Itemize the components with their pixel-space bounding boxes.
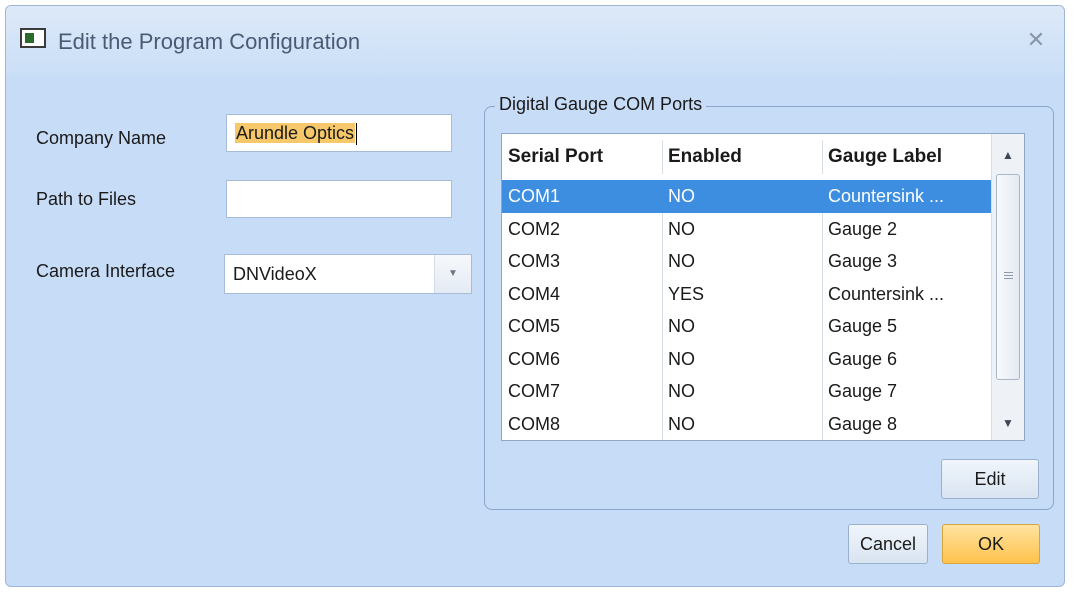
scroll-up-icon[interactable]: ▲ xyxy=(992,140,1024,170)
serial-port-cell: COM2 xyxy=(508,218,561,239)
text-caret xyxy=(356,123,358,146)
enabled-cell: NO xyxy=(668,413,695,434)
serial-port-cell: COM5 xyxy=(508,316,561,336)
scroll-thumb[interactable] xyxy=(996,174,1020,380)
path-to-files-field[interactable] xyxy=(226,180,452,218)
table-row[interactable]: COM4 YES Countersink ... xyxy=(502,278,992,311)
path-to-files-label: Path to Files xyxy=(36,189,137,209)
enabled-cell: NO xyxy=(668,251,695,271)
gauge-label-cell: Gauge 5 xyxy=(828,316,898,336)
enabled-cell: NO xyxy=(668,218,695,239)
company-name-field[interactable]: Arundle Optics xyxy=(226,114,452,152)
enabled-cell: YES xyxy=(668,283,705,304)
column-header-gauge-label[interactable]: Gauge Label xyxy=(822,134,992,180)
table-row[interactable]: COM3 NO Gauge 3 xyxy=(502,245,992,278)
table-row[interactable]: COM2 NO Gauge 2 xyxy=(502,213,992,246)
gauge-label-cell: Gauge 8 xyxy=(828,413,898,434)
enabled-cell: NO xyxy=(668,186,695,206)
config-dialog: Edit the Program Configuration ✕ Company… xyxy=(5,5,1065,587)
close-icon[interactable]: ✕ xyxy=(1022,26,1050,54)
cancel-button[interactable]: Cancel xyxy=(848,524,928,564)
table-row[interactable]: COM8 NO Gauge 8 xyxy=(502,408,992,441)
gauge-label-cell: Countersink ... xyxy=(828,283,945,304)
camera-interface-value: DNVideoX xyxy=(233,264,317,284)
serial-port-cell: COM6 xyxy=(508,348,561,369)
column-header-serial-port[interactable]: Serial Port xyxy=(502,134,662,180)
app-window-icon xyxy=(20,28,46,48)
gauge-label-cell: Gauge 6 xyxy=(828,348,898,369)
gauge-label-cell: Gauge 3 xyxy=(828,251,898,271)
gauge-label-cell: Countersink ... xyxy=(828,186,945,206)
gauge-label-cell: Gauge 7 xyxy=(828,381,898,401)
serial-port-cell: COM3 xyxy=(508,251,561,271)
table-row[interactable]: COM7 NO Gauge 7 xyxy=(502,375,992,408)
serial-port-cell: COM8 xyxy=(508,413,561,434)
title-bar[interactable]: Edit the Program Configuration ✕ xyxy=(6,6,1064,76)
chevron-down-icon[interactable]: ▼ xyxy=(434,255,471,293)
column-header-enabled[interactable]: Enabled xyxy=(662,134,822,180)
com-ports-grid[interactable]: Serial Port Enabled Gauge Label COM1 NO … xyxy=(501,133,1025,441)
company-name-label: Company Name xyxy=(36,128,167,148)
grid-rows: COM1 NO Countersink ... COM2 NO Gauge 2 … xyxy=(502,180,992,441)
digital-gauge-group: Digital Gauge COM Ports Serial Port Enab… xyxy=(484,94,1054,510)
group-title: Digital Gauge COM Ports xyxy=(495,94,707,115)
enabled-cell: NO xyxy=(668,316,695,336)
enabled-cell: NO xyxy=(668,348,695,369)
company-name-value: Arundle Optics xyxy=(235,123,356,143)
edit-button[interactable]: Edit xyxy=(941,459,1039,499)
table-row[interactable]: COM5 NO Gauge 5 xyxy=(502,310,992,343)
camera-interface-select[interactable]: DNVideoX ▼ xyxy=(224,254,472,294)
enabled-cell: NO xyxy=(668,381,695,401)
window-title: Edit the Program Configuration xyxy=(58,29,361,54)
gauge-label-cell: Gauge 2 xyxy=(828,218,898,239)
grid-header: Serial Port Enabled Gauge Label xyxy=(502,134,992,181)
ok-button[interactable]: OK xyxy=(942,524,1040,564)
grid-vertical-scrollbar[interactable]: ▲ ▼ xyxy=(991,134,1024,440)
scroll-down-icon[interactable]: ▼ xyxy=(992,408,1024,438)
camera-interface-label: Camera Interface xyxy=(36,261,176,281)
table-row[interactable]: COM1 NO Countersink ... xyxy=(502,180,992,213)
serial-port-cell: COM1 xyxy=(508,186,561,206)
serial-port-cell: COM4 xyxy=(508,283,561,304)
serial-port-cell: COM7 xyxy=(508,381,561,401)
table-row[interactable]: COM6 NO Gauge 6 xyxy=(502,343,992,376)
